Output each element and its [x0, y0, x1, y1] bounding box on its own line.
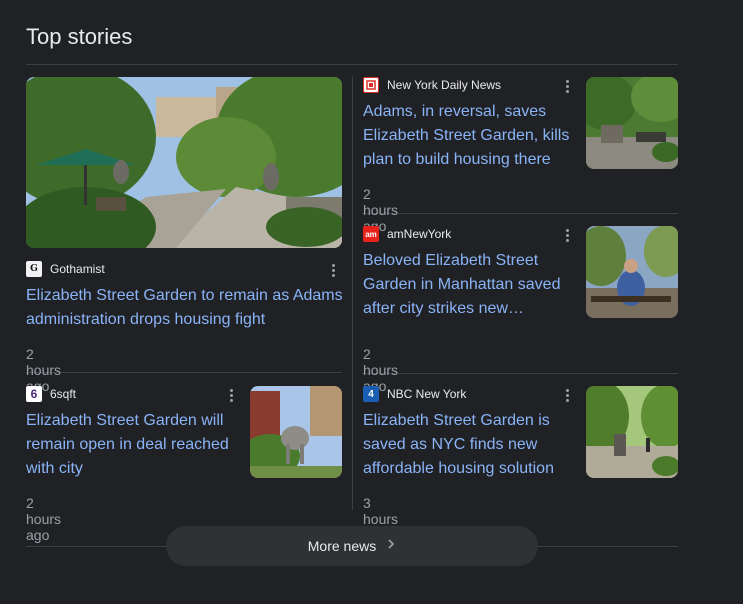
story-timestamp: 2 hours ago	[26, 495, 62, 543]
headline-line: Garden in Manhattan saved	[363, 276, 561, 293]
headline-line: with city	[26, 460, 83, 477]
story-headline[interactable]: Adams, in reversal, saves Elizabeth Stre…	[363, 100, 578, 172]
more-news-button[interactable]: More news	[166, 526, 538, 566]
headline-line: Elizabeth Street Garden, kills	[363, 127, 570, 144]
story-source: Gothamist	[50, 262, 105, 276]
story-headline[interactable]: Elizabeth Street Garden is saved as NYC …	[363, 409, 578, 481]
story-headline[interactable]: Elizabeth Street Garden will remain open…	[26, 409, 241, 481]
story-thumbnail[interactable]	[250, 386, 342, 478]
story-headline[interactable]: Beloved Elizabeth Street Garden in Manha…	[363, 249, 578, 321]
divider-top	[26, 64, 678, 65]
divider-left	[26, 372, 342, 373]
story-image-garden-path[interactable]	[26, 77, 342, 248]
headline-line: administration drops housing fight	[26, 311, 266, 328]
story-thumbnail[interactable]	[586, 226, 678, 318]
headline-line: Adams, in reversal, saves	[363, 103, 547, 120]
story-headline[interactable]: Elizabeth Street Garden to remain as Ada…	[26, 284, 346, 332]
story-source: amNewYork	[387, 227, 452, 241]
headline-line: Beloved Elizabeth Street	[363, 252, 539, 269]
divider-column	[352, 76, 353, 510]
6sqft-logo-icon: 6	[26, 386, 42, 402]
section-title: Top stories	[26, 24, 133, 49]
headline-line: after city strikes new…	[363, 300, 524, 317]
more-options-icon[interactable]	[560, 226, 574, 244]
story-source: New York Daily News	[387, 78, 502, 92]
headline-line: Elizabeth Street Garden to remain as Ada…	[26, 287, 343, 304]
divider-bottom-right	[538, 546, 678, 547]
more-options-icon[interactable]	[326, 261, 340, 279]
story-source: 6sqft	[50, 387, 77, 401]
headline-line: remain open in deal reached	[26, 436, 229, 453]
gothamist-logo-icon: G	[26, 261, 42, 277]
divider-bottom-left	[26, 546, 166, 547]
more-news-label: More news	[307, 538, 377, 554]
daily-news-logo-icon	[363, 77, 379, 93]
headline-line: saved as NYC finds new	[363, 436, 538, 453]
headline-line: plan to build housing there	[363, 151, 551, 168]
divider-right-1	[362, 213, 678, 214]
divider-right-2	[362, 373, 678, 374]
nbc-newyork-logo-icon: 4	[363, 386, 379, 402]
headline-line: Elizabeth Street Garden will	[26, 412, 224, 429]
amnewyork-logo-icon: am	[363, 226, 379, 242]
more-options-icon[interactable]	[560, 386, 574, 404]
more-options-icon[interactable]	[560, 77, 574, 95]
chevron-right-icon	[386, 538, 396, 554]
headline-line: Elizabeth Street Garden is	[363, 412, 550, 429]
more-options-icon[interactable]	[224, 386, 238, 404]
story-thumbnail[interactable]	[586, 77, 678, 169]
story-source: NBC New York	[387, 387, 467, 401]
story-thumbnail[interactable]	[586, 386, 678, 478]
headline-line: affordable housing solution	[363, 460, 554, 477]
